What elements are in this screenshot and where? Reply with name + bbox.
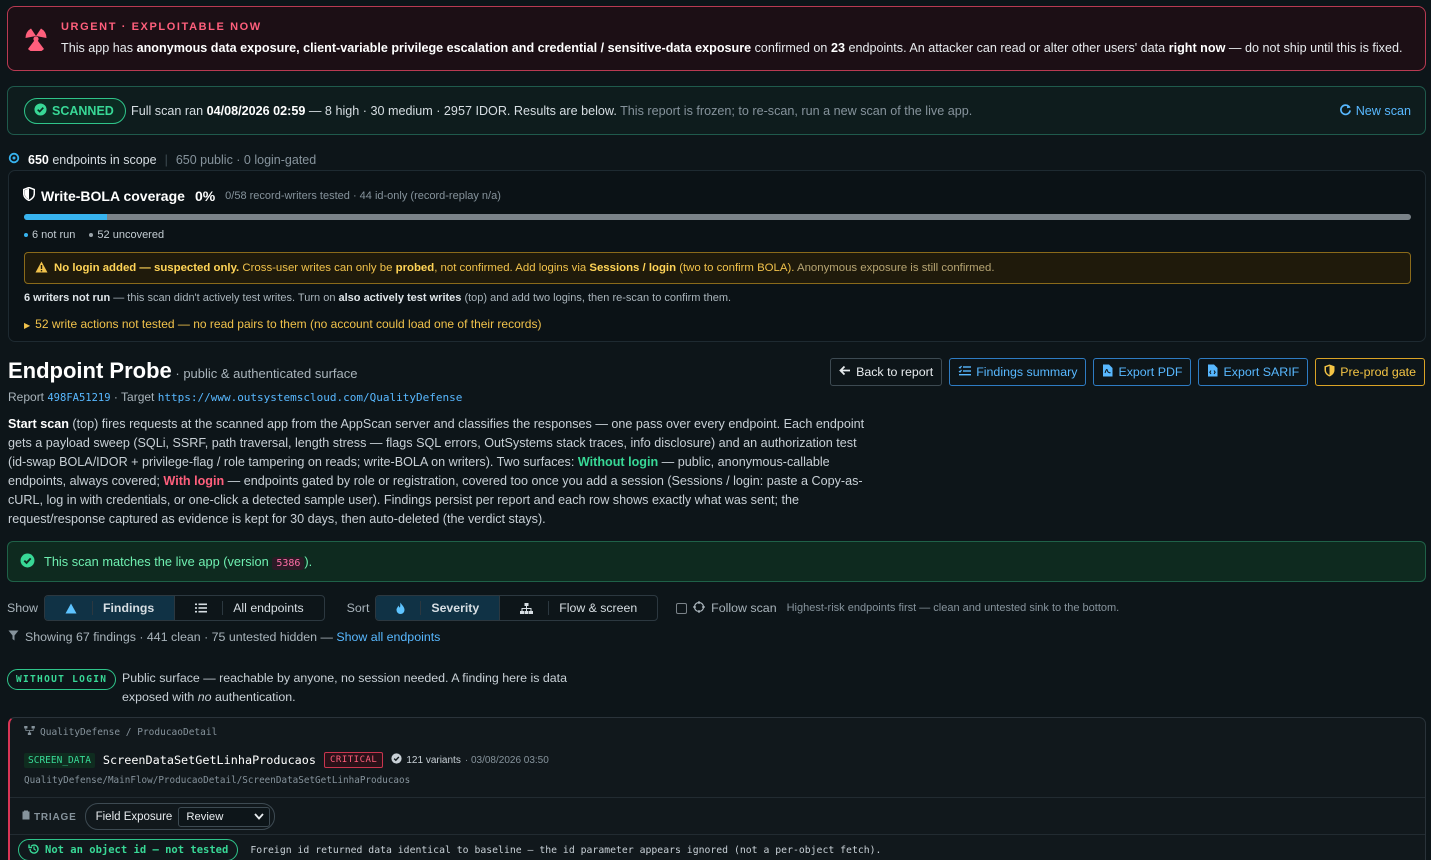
finding-name: ScreenDataSetGetLinhaProducaos xyxy=(102,753,316,767)
version-match-banner: This scan matches the live app (version … xyxy=(7,541,1426,582)
list-check-icon xyxy=(958,365,972,379)
scanned-badge: SCANNED xyxy=(24,98,126,124)
file-code-icon xyxy=(1207,364,1218,380)
page-title: Endpoint Probe · public & authenticated … xyxy=(8,358,358,383)
target-url-link[interactable]: https://www.outsystemscloud.com/QualityD… xyxy=(158,391,463,404)
finding-type-tag: SCREEN_DATA xyxy=(24,752,95,768)
showing-summary: Showing 67 findings · 441 clean · 75 unt… xyxy=(8,630,440,644)
verdict-row: Not an object id — not tested Foreign id… xyxy=(18,839,881,860)
target-icon xyxy=(8,152,20,167)
write-actions-not-tested-toggle[interactable]: ▶ 52 write actions not tested — no read p… xyxy=(24,317,541,331)
urgent-banner: URGENT · EXPLOITABLE NOW This app has an… xyxy=(7,6,1426,71)
sort-hint: Highest-risk endpoints first — clean and… xyxy=(786,602,1120,614)
endpoint-scope: 650 endpoints in scope | 650 public · 0 … xyxy=(8,152,316,167)
without-login-badge: WITHOUT LOGIN xyxy=(7,669,117,690)
finding-variants: 121 variants · 03/08/2026 03:50 xyxy=(391,753,549,767)
sitemap-icon xyxy=(24,726,35,738)
scan-summary: Full scan ran 04/08/2026 02:59 — 8 high … xyxy=(131,104,973,118)
findings-summary-button[interactable]: Findings summary xyxy=(949,358,1087,386)
triage-row: TRIAGE Field Exposure Review xyxy=(22,803,276,830)
chevron-down-icon xyxy=(254,811,264,823)
header-actions: Back to report Findings summary Export P… xyxy=(830,358,1425,386)
back-to-report-button[interactable]: Back to report xyxy=(830,358,943,386)
list-icon xyxy=(185,603,217,613)
divider xyxy=(10,834,1425,835)
no-login-warning: No login added — suspected only. Cross-u… xyxy=(24,252,1411,284)
sort-severity-tab[interactable]: Severity xyxy=(376,596,500,620)
new-scan-button[interactable]: New scan xyxy=(1339,103,1411,119)
view-controls: Show Findings All endpoints Sort Severit… xyxy=(7,595,1119,621)
follow-scan-label[interactable]: Follow scan xyxy=(711,601,776,615)
verdict-badge: Not an object id — not tested xyxy=(18,839,239,860)
pre-prod-gate-button[interactable]: Pre-prod gate xyxy=(1315,358,1425,386)
history-icon xyxy=(28,843,40,858)
triage-select[interactable]: Review xyxy=(178,806,271,827)
check-circle-icon xyxy=(20,553,35,571)
warning-icon xyxy=(55,602,87,614)
shield-icon xyxy=(22,186,36,204)
finding-breadcrumb: QualityDefense / ProducaoDetail xyxy=(24,726,217,738)
severity-badge: CRITICAL xyxy=(324,752,384,768)
divider xyxy=(10,797,1425,798)
writers-not-run: 6 writers not run — this scan didn't act… xyxy=(24,292,732,304)
show-all-endpoints-tab[interactable]: All endpoints xyxy=(174,596,323,620)
triage-type: Field Exposure xyxy=(95,810,173,823)
sort-toggle: Severity Flow & screen xyxy=(375,595,659,621)
sitemap-icon xyxy=(510,602,543,614)
shield-icon xyxy=(1324,364,1335,380)
show-all-endpoints-link[interactable]: Show all endpoints xyxy=(336,630,440,644)
crosshair-icon xyxy=(693,600,706,616)
triage-label: TRIAGE xyxy=(22,810,77,823)
file-pdf-icon xyxy=(1102,364,1113,380)
coverage-legend: 6 not run 52 uncovered xyxy=(24,229,164,241)
sort-flow-screen-tab[interactable]: Flow & screen xyxy=(499,596,657,620)
triage-control: Field Exposure Review xyxy=(84,803,276,830)
report-target: Report 498FA51219 · Target https://www.o… xyxy=(8,390,463,404)
check-circle-icon xyxy=(391,753,402,767)
urgent-label: URGENT · EXPLOITABLE NOW xyxy=(61,21,262,33)
urgent-text: This app has anonymous data exposure, cl… xyxy=(61,41,1403,55)
coverage-bar xyxy=(24,214,1411,220)
bola-header: Write-BOLA coverage 0% 0/58 record-write… xyxy=(22,186,501,204)
show-toggle: Findings All endpoints xyxy=(44,595,325,621)
verdict-evidence: Foreign id returned data identical to ba… xyxy=(250,844,882,856)
filter-icon xyxy=(8,630,19,644)
finding-card[interactable]: QualityDefense / ProducaoDetail SCREEN_D… xyxy=(8,717,1426,860)
export-sarif-button[interactable]: Export SARIF xyxy=(1198,358,1309,386)
without-login-description: Public surface — reachable by anyone, no… xyxy=(122,671,567,704)
clipboard-icon xyxy=(22,810,30,823)
finding-path: QualityDefense/MainFlow/ProducaoDetail/S… xyxy=(24,775,411,786)
export-pdf-button[interactable]: Export PDF xyxy=(1093,358,1192,386)
scan-status-bar: SCANNED Full scan ran 04/08/2026 02:59 —… xyxy=(7,86,1426,135)
flame-icon xyxy=(386,602,415,614)
version-chip: 5386 xyxy=(272,557,305,570)
arrow-left-icon xyxy=(839,365,851,379)
follow-scan-checkbox[interactable] xyxy=(676,602,688,614)
check-circle-icon xyxy=(34,103,47,119)
caret-right-icon: ▶ xyxy=(24,321,31,330)
probe-description: Start scan (top) fires requests at the s… xyxy=(8,417,865,526)
write-bola-panel: Write-BOLA coverage 0% 0/58 record-write… xyxy=(8,170,1426,342)
coverage-bar-fill xyxy=(24,214,108,220)
show-findings-tab[interactable]: Findings xyxy=(45,596,175,620)
finding-header: SCREEN_DATA ScreenDataSetGetLinhaProduca… xyxy=(24,752,549,768)
warning-icon xyxy=(35,261,48,276)
radiation-icon xyxy=(24,27,48,54)
refresh-icon xyxy=(1339,103,1352,119)
